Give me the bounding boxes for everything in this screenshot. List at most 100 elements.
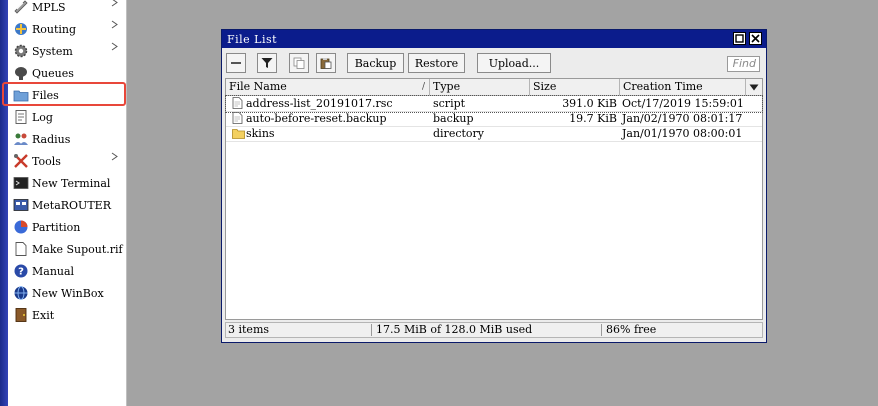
submenu-arrow-icon	[111, 152, 118, 164]
menu-item-label: Partition	[32, 220, 81, 234]
chevron-down-icon	[749, 84, 759, 90]
folder-icon	[232, 126, 246, 141]
menu-item-manual[interactable]: ? Manual	[8, 260, 126, 282]
restore-icon	[735, 34, 744, 43]
menu-item-label: New WinBox	[32, 286, 104, 300]
file-list-window: File List Backup Restore Upload... Find …	[221, 29, 767, 343]
menu-item-label: Log	[32, 110, 53, 124]
file-time-cell: Oct/17/2019 15:59:01	[622, 97, 744, 110]
file-size-cell: 391.0 KiB	[562, 97, 617, 110]
upload-button[interactable]: Upload...	[477, 53, 551, 73]
column-chooser-button[interactable]	[746, 79, 762, 95]
file-size-cell: 19.7 KiB	[569, 112, 617, 125]
column-header-type[interactable]: Type	[430, 79, 530, 95]
terminal-icon	[12, 174, 30, 192]
left-edge-strip	[0, 0, 8, 406]
menu-item-radius[interactable]: Radius	[8, 128, 126, 150]
svg-text:?: ?	[18, 267, 24, 278]
menu-item-new-winbox[interactable]: New WinBox	[8, 282, 126, 304]
find-input[interactable]: Find	[727, 56, 760, 72]
minus-icon	[231, 62, 241, 64]
routing-icon	[12, 20, 30, 38]
restore-button[interactable]	[733, 32, 746, 45]
file-time-cell: Jan/02/1970 08:01:17	[622, 112, 743, 125]
file-size-cell	[530, 126, 617, 141]
menu-item-new-terminal[interactable]: New Terminal	[8, 172, 126, 194]
status-separator	[371, 324, 372, 336]
file-icon	[232, 96, 246, 111]
submenu-arrow-icon	[111, 42, 118, 54]
log-icon	[12, 108, 30, 126]
main-menu: MPLS Routing System Queues Files Log Rad…	[8, 0, 127, 406]
window-titlebar[interactable]: File List	[222, 30, 766, 48]
menu-item-label: MPLS	[32, 0, 66, 14]
remove-button[interactable]	[226, 53, 246, 73]
menu-item-label: System	[32, 44, 73, 58]
radius-icon	[12, 130, 30, 148]
partition-icon	[12, 218, 30, 236]
menu-item-mpls[interactable]: MPLS	[8, 0, 126, 18]
close-button[interactable]	[749, 32, 762, 45]
submenu-arrow-icon	[111, 0, 118, 10]
menu-item-partition[interactable]: Partition	[8, 216, 126, 238]
menu-item-label: Tools	[32, 154, 61, 168]
table-row[interactable]: skins directory Jan/01/1970 08:00:01	[226, 126, 762, 142]
column-header-size[interactable]: Size	[530, 79, 620, 95]
status-bar: 3 items 17.5 MiB of 128.0 MiB used 86% f…	[225, 322, 763, 338]
paste-button[interactable]	[316, 53, 336, 73]
files-highlight-box	[2, 82, 126, 106]
column-header-file-name[interactable]: File Name /	[226, 79, 430, 95]
menu-item-exit[interactable]: Exit	[8, 304, 126, 326]
menu-item-queues[interactable]: Queues	[8, 62, 126, 84]
filter-icon	[261, 58, 273, 68]
menu-item-label: Routing	[32, 22, 77, 36]
menu-item-label: Make Supout.rif	[32, 242, 123, 256]
file-table: File Name / Type Size Creation Time addr…	[225, 78, 763, 320]
copy-button[interactable]	[289, 53, 309, 73]
tools-icon	[12, 152, 30, 170]
backup-button[interactable]: Backup	[347, 53, 404, 73]
mpls-icon	[12, 0, 30, 16]
file-type-cell: directory	[433, 127, 485, 140]
filter-button[interactable]	[257, 53, 277, 73]
menu-item-label: Queues	[32, 66, 74, 80]
restore-files-button[interactable]: Restore	[408, 53, 465, 73]
gear-icon	[12, 42, 30, 60]
file-name-cell: auto-before-reset.backup	[246, 112, 387, 125]
file-time-cell: Jan/01/1970 08:00:01	[622, 127, 743, 140]
menu-item-routing[interactable]: Routing	[8, 18, 126, 40]
status-free-space: 86% free	[606, 323, 657, 336]
file-icon	[232, 111, 246, 126]
menu-item-log[interactable]: Log	[8, 106, 126, 128]
copy-icon	[293, 57, 305, 69]
file-name-cell: skins	[246, 127, 275, 140]
menu-item-label: MetaROUTER	[32, 198, 111, 212]
status-separator	[601, 324, 602, 336]
help-icon: ?	[12, 262, 30, 280]
menu-item-system[interactable]: System	[8, 40, 126, 62]
window-toolbar: Backup Restore Upload... Find	[222, 50, 766, 76]
file-type-cell: backup	[433, 112, 474, 125]
table-row[interactable]: auto-before-reset.backup backup 19.7 KiB…	[226, 111, 762, 127]
menu-item-label: Manual	[32, 264, 75, 278]
menu-item-tools[interactable]: Tools	[8, 150, 126, 172]
close-icon	[751, 34, 760, 43]
menu-item-label: Radius	[32, 132, 71, 146]
status-used-space: 17.5 MiB of 128.0 MiB used	[376, 323, 533, 336]
table-row[interactable]: address-list_20191017.rsc script 391.0 K…	[225, 95, 763, 113]
document-icon	[12, 240, 30, 258]
globe-icon	[12, 284, 30, 302]
exit-icon	[12, 306, 30, 324]
column-header-label: File Name	[229, 80, 287, 93]
menu-item-make-supout[interactable]: Make Supout.rif	[8, 238, 126, 260]
menu-item-metarouter[interactable]: MetaROUTER	[8, 194, 126, 216]
window-title: File List	[227, 32, 278, 46]
status-item-count: 3 items	[228, 323, 270, 336]
file-type-cell: script	[433, 97, 466, 110]
sort-indicator-icon: /	[421, 82, 425, 92]
column-header-creation-time[interactable]: Creation Time	[620, 79, 746, 95]
submenu-arrow-icon	[111, 20, 118, 32]
metarouter-icon	[12, 196, 30, 214]
table-header: File Name / Type Size Creation Time	[226, 79, 762, 96]
paste-icon	[320, 58, 332, 69]
